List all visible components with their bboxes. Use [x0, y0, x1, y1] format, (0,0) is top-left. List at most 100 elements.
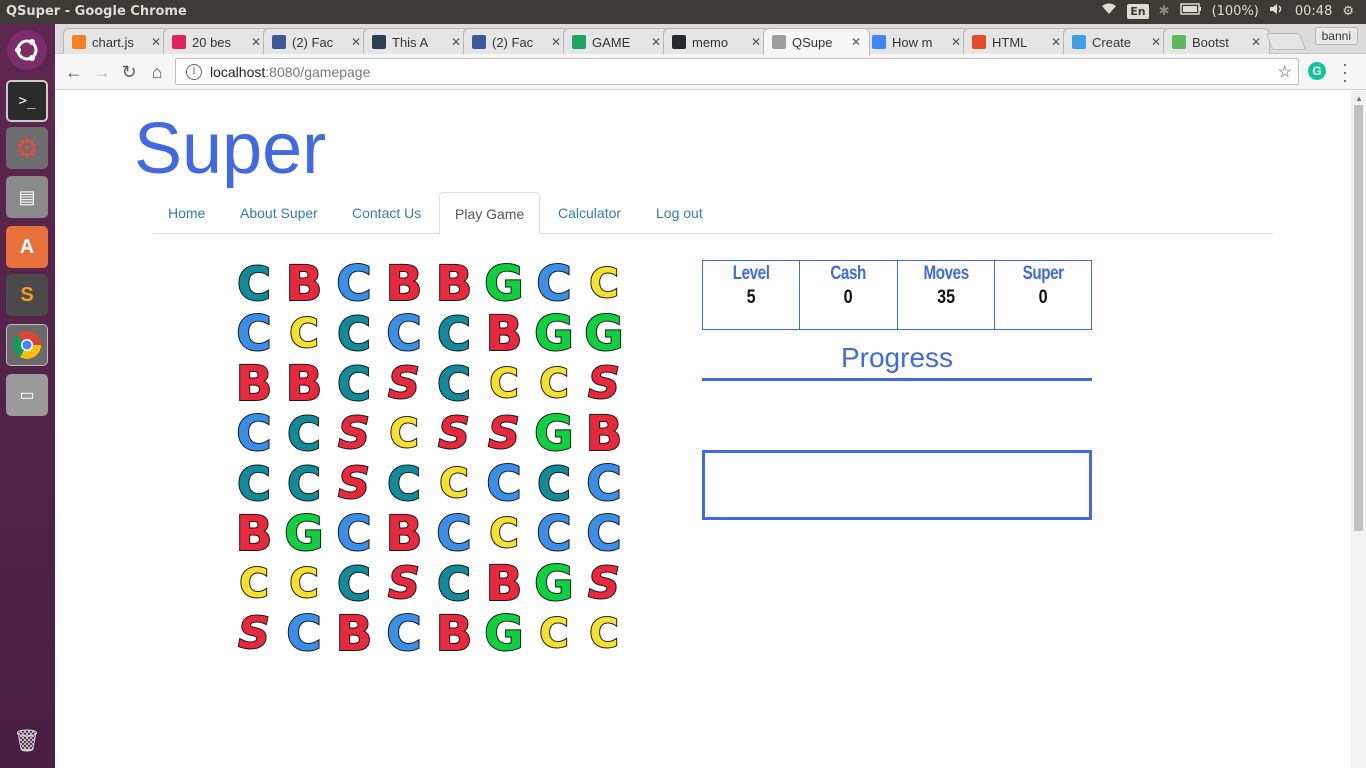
scroll-up-icon[interactable]: ▲	[1355, 94, 1363, 103]
game-tile-red-b[interactable]: B	[479, 558, 529, 610]
game-tile-yellow-c[interactable]: C	[479, 359, 529, 409]
game-tile-yellow-c[interactable]: C	[579, 609, 629, 659]
clock[interactable]: 00:48	[1295, 4, 1332, 19]
game-tile-yellow-c[interactable]: C	[479, 509, 529, 559]
game-tile-teal-crescent-c[interactable]: C	[379, 458, 429, 510]
grammarly-extension-icon[interactable]: G	[1308, 62, 1326, 80]
game-tile-red-s[interactable]: S	[579, 558, 629, 610]
game-tile-green-g[interactable]: G	[529, 558, 579, 610]
game-tile-red-s[interactable]: S	[429, 408, 479, 460]
game-tile-red-b[interactable]: B	[379, 508, 429, 560]
game-tile-red-s[interactable]: S	[479, 408, 529, 460]
game-tile-red-s[interactable]: S	[229, 608, 279, 660]
game-tile-yellow-c[interactable]: C	[279, 309, 329, 359]
site-info-icon[interactable]: i	[186, 63, 202, 80]
terminal-icon[interactable]: >_	[6, 80, 48, 122]
browser-tab[interactable]: QSupe ✕	[763, 28, 870, 55]
tab-close-icon[interactable]: ✕	[749, 35, 763, 49]
tab-close-icon[interactable]: ✕	[249, 35, 263, 49]
tab-close-icon[interactable]: ✕	[149, 35, 163, 49]
game-tile-red-b[interactable]: B	[429, 608, 479, 660]
game-tile-teal-crescent-c[interactable]: C	[279, 408, 329, 460]
back-arrow-icon[interactable]: ←	[63, 61, 85, 83]
nav-tab-contact-us[interactable]: Contact Us	[337, 192, 436, 234]
browser-tab[interactable]: chart.js ✕	[63, 28, 170, 55]
game-tile-blue-c[interactable]: C	[379, 608, 429, 660]
game-tile-red-s[interactable]: S	[379, 558, 429, 610]
tab-close-icon[interactable]: ✕	[849, 35, 863, 49]
system-settings-icon[interactable]: ⚙	[6, 127, 48, 169]
game-tile-red-b[interactable]: B	[329, 608, 379, 660]
game-tile-blue-c[interactable]: C	[529, 508, 579, 560]
game-tile-teal-crescent-c[interactable]: C	[229, 258, 279, 310]
keyboard-language-indicator[interactable]: En	[1127, 3, 1149, 19]
bluetooth-icon[interactable]: ✱	[1159, 4, 1170, 19]
game-tile-green-g[interactable]: G	[279, 508, 329, 560]
page-scrollbar[interactable]: ▲	[1351, 91, 1366, 768]
game-tile-teal-crescent-c[interactable]: C	[529, 458, 579, 510]
browser-tab[interactable]: HTML ✕	[963, 28, 1070, 55]
tab-close-icon[interactable]: ✕	[949, 35, 963, 49]
game-tile-blue-c[interactable]: C	[229, 408, 279, 460]
game-tile-red-b[interactable]: B	[429, 258, 479, 310]
game-tile-blue-c[interactable]: C	[229, 308, 279, 360]
game-tile-blue-c[interactable]: C	[579, 508, 629, 560]
game-tile-red-b[interactable]: B	[229, 358, 279, 410]
game-tile-blue-c[interactable]: C	[329, 258, 379, 310]
game-tile-red-s[interactable]: S	[329, 408, 379, 460]
browser-tab[interactable]: This A ✕	[363, 28, 470, 55]
browser-tab[interactable]: Create ✕	[1063, 28, 1170, 55]
game-tile-teal-crescent-c[interactable]: C	[429, 308, 479, 360]
nav-tab-about-super[interactable]: About Super	[225, 192, 333, 234]
browser-tab[interactable]: (2) Fac ✕	[263, 28, 370, 55]
game-tile-blue-c[interactable]: C	[429, 508, 479, 560]
trash-icon[interactable]: 🗑	[6, 720, 48, 762]
game-tile-red-b[interactable]: B	[279, 258, 329, 310]
bookmark-star-icon[interactable]: ☆	[1278, 62, 1292, 82]
game-tile-red-b[interactable]: B	[279, 358, 329, 410]
game-tile-red-b[interactable]: B	[579, 408, 629, 460]
tab-close-icon[interactable]: ✕	[649, 35, 663, 49]
game-tile-green-g[interactable]: G	[579, 308, 629, 360]
new-tab-button[interactable]	[1265, 33, 1307, 50]
browser-tab[interactable]: memo ✕	[663, 28, 770, 55]
game-tile-teal-crescent-c[interactable]: C	[429, 558, 479, 610]
game-tile-teal-crescent-c[interactable]: C	[429, 358, 479, 410]
game-tile-yellow-c[interactable]: C	[529, 359, 579, 409]
forward-arrow-icon[interactable]: →	[91, 61, 113, 83]
game-tile-yellow-c[interactable]: C	[379, 409, 429, 459]
game-tile-green-g[interactable]: G	[529, 308, 579, 360]
browser-tab[interactable]: 20 bes ✕	[163, 28, 270, 55]
tab-close-icon[interactable]: ✕	[1149, 35, 1163, 49]
game-tile-red-s[interactable]: S	[379, 358, 429, 410]
game-tile-red-s[interactable]: S	[329, 458, 379, 510]
game-tile-red-b[interactable]: B	[379, 258, 429, 310]
ubuntu-dash-icon[interactable]	[7, 30, 47, 70]
sublime-text-icon[interactable]: S	[6, 274, 48, 316]
chrome-menu-icon[interactable]: · · ·	[1340, 55, 1350, 89]
chrome-icon[interactable]	[6, 324, 48, 366]
game-tile-yellow-c[interactable]: C	[529, 609, 579, 659]
game-tile-blue-c[interactable]: C	[379, 308, 429, 360]
home-icon[interactable]: ⌂	[146, 61, 168, 83]
tab-close-icon[interactable]: ✕	[549, 35, 563, 49]
game-tile-blue-c[interactable]: C	[579, 458, 629, 510]
scrollbar-thumb[interactable]	[1354, 105, 1363, 531]
browser-tab[interactable]: How m ✕	[863, 28, 970, 55]
software-center-icon[interactable]: A	[6, 226, 48, 268]
nav-tab-home[interactable]: Home	[153, 192, 220, 234]
game-tile-red-b[interactable]: B	[229, 508, 279, 560]
browser-tab[interactable]: Bootst ✕	[1163, 28, 1270, 55]
reload-icon[interactable]: ↻	[118, 61, 140, 83]
browser-tab[interactable]: (2) Fac ✕	[463, 28, 570, 55]
game-tile-teal-crescent-c[interactable]: C	[329, 358, 379, 410]
game-board[interactable]: CBCBBGCCCCCCCBGGBBCSCCCSCCSCSSGBCCSCCCCC…	[229, 258, 629, 660]
wifi-icon[interactable]	[1101, 3, 1117, 19]
game-tile-teal-crescent-c[interactable]: C	[329, 558, 379, 610]
nav-tab-calculator[interactable]: Calculator	[543, 192, 636, 234]
game-tile-blue-c[interactable]: C	[529, 258, 579, 310]
browser-tab[interactable]: GAME ✕	[563, 28, 670, 55]
game-tile-green-g[interactable]: G	[479, 258, 529, 310]
files-icon[interactable]: ▤	[6, 176, 48, 218]
address-bar[interactable]: i localhost:8080/gamepage ☆	[175, 58, 1299, 85]
